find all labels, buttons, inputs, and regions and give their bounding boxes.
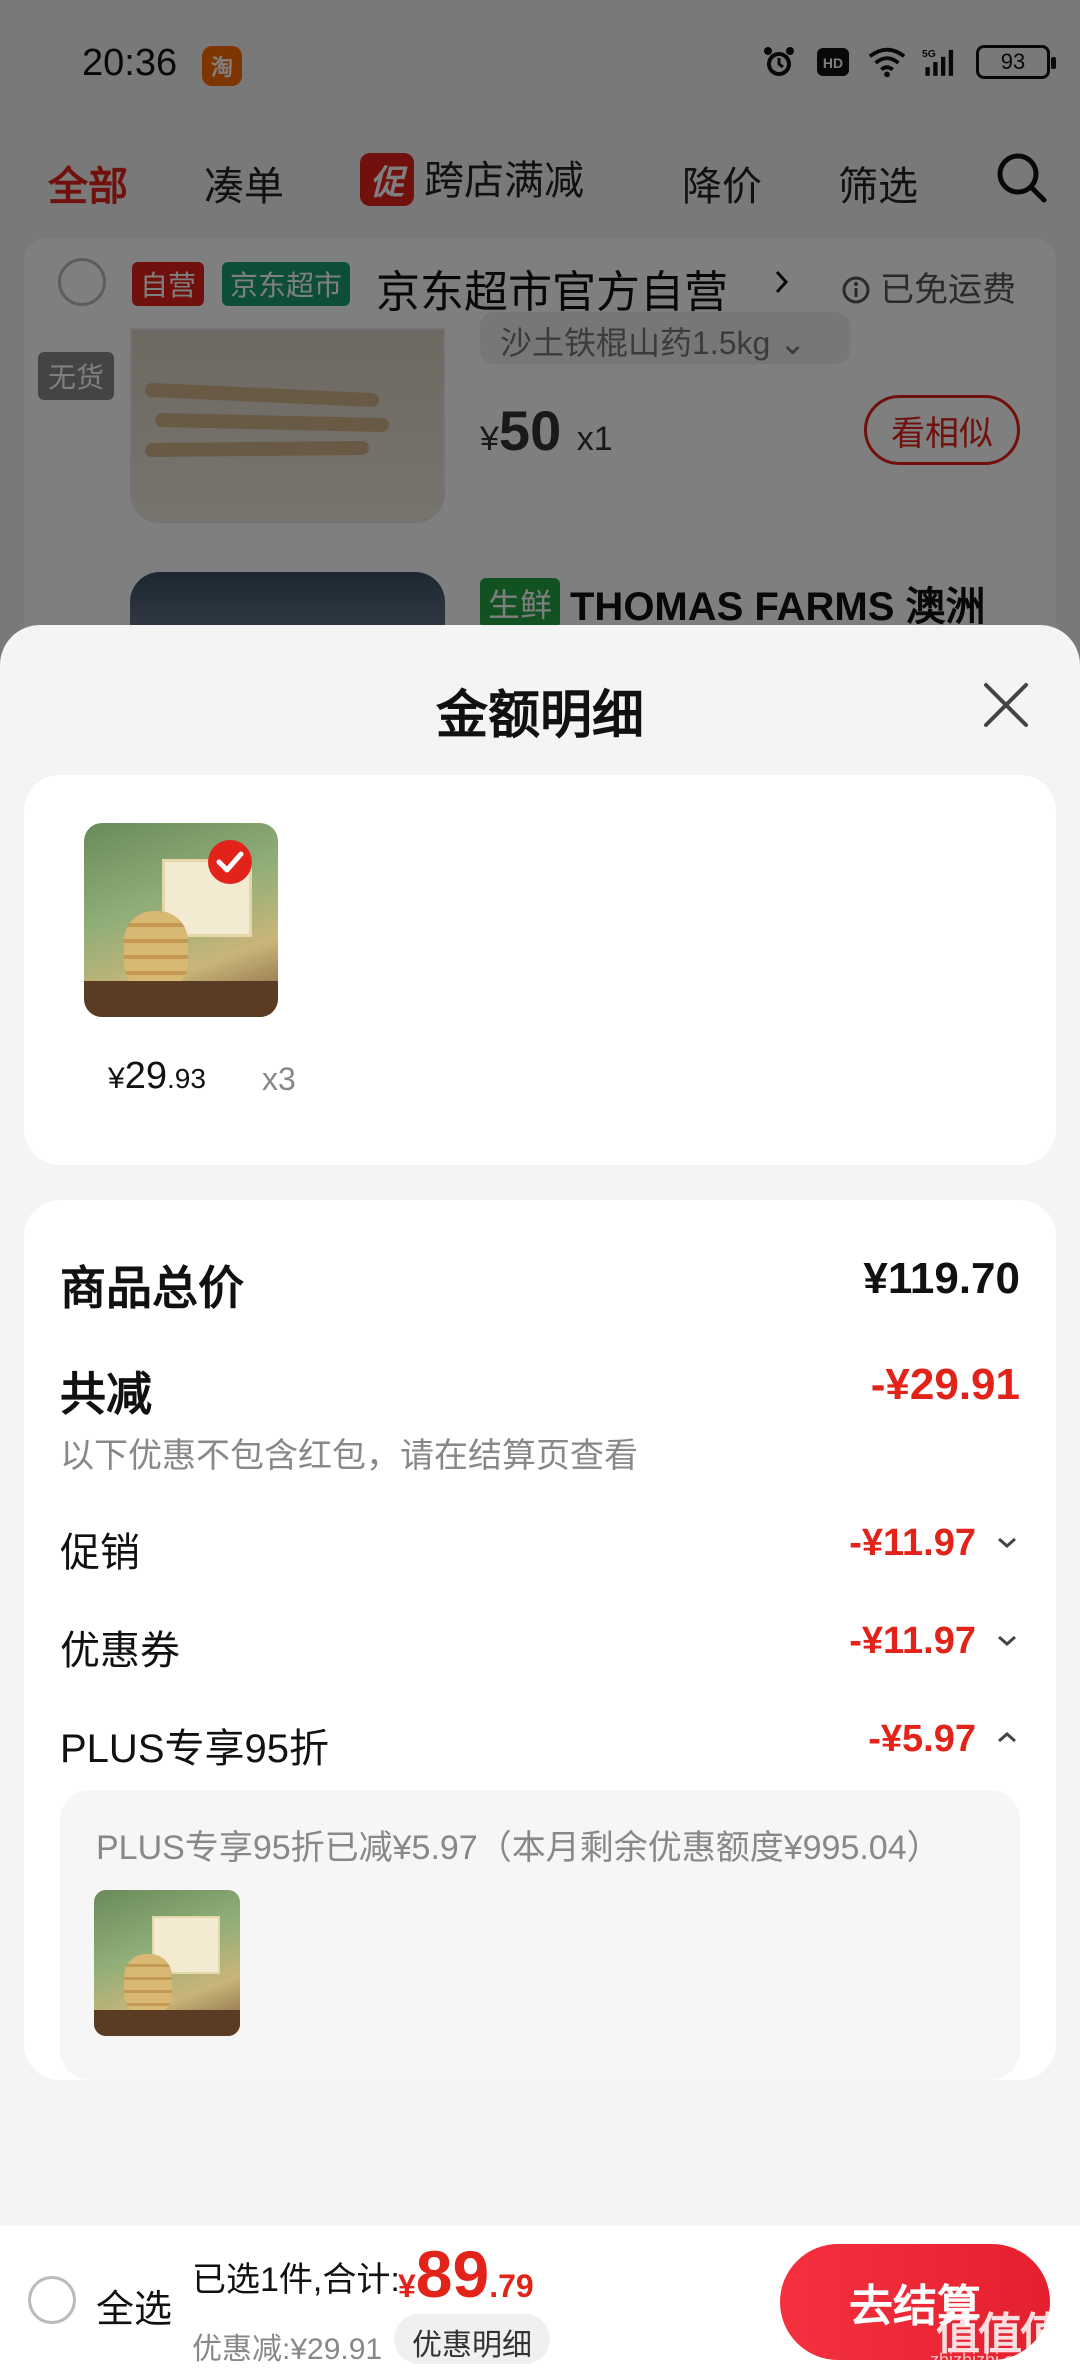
plus-product-thumbnail[interactable] <box>94 1890 240 2036</box>
plus-discount-label[interactable]: PLUS专享95折 <box>60 1716 329 1774</box>
total-symbol: ¥ <box>398 2268 416 2304</box>
chevron-down-icon[interactable] <box>994 1530 1020 1556</box>
discount-summary: 优惠减:¥29.91 <box>192 2333 383 2366</box>
chevron-down-icon[interactable] <box>994 1628 1020 1654</box>
plus-detail-note: PLUS专享95折已减¥5.97（本月剩余优惠额度¥995.04） <box>96 1829 941 1867</box>
selected-summary: 已选1件,合计: <box>192 2261 400 2299</box>
coupon-value[interactable]: -¥11.97 <box>849 1620 976 1663</box>
total-int: 89 <box>415 2237 490 2311</box>
total-price-value: ¥119.70 <box>863 1254 1020 1303</box>
promotion-label[interactable]: 促销 <box>60 1520 140 1578</box>
product-price-dec: .93 <box>166 1063 206 1094</box>
product-qty: x3 <box>262 1061 296 1097</box>
product-price-symbol: ¥ <box>108 1062 125 1095</box>
product-price-int: 29 <box>124 1055 167 1097</box>
chevron-up-icon[interactable] <box>994 1724 1020 1750</box>
select-all-radio[interactable] <box>28 2276 76 2324</box>
selected-products-card: ¥29.93 x3 <box>24 775 1056 1165</box>
plus-detail-panel: PLUS专享95折已减¥5.97（本月剩余优惠额度¥995.04） <box>60 1790 1020 2080</box>
amount-detail-sheet: 金额明细 ¥29.93 x3 商品总价 ¥119.70 共减 -¥29.91 以… <box>0 625 1080 2376</box>
total-reduce-value: -¥29.91 <box>870 1360 1020 1409</box>
discount-detail-button[interactable]: 优惠明细 <box>394 2314 550 2364</box>
reduce-note: 以下优惠不包含红包，请在结算页查看 <box>60 1437 638 1475</box>
select-all-label[interactable]: 全选 <box>96 2278 172 2333</box>
watermark-url: zhizhizhi.com <box>930 2350 1039 2370</box>
price-breakdown-card: 商品总价 ¥119.70 共减 -¥29.91 以下优惠不包含红包，请在结算页查… <box>24 1200 1056 2080</box>
checked-icon <box>206 838 254 891</box>
close-icon[interactable] <box>978 677 1034 733</box>
promotion-value[interactable]: -¥11.97 <box>849 1522 976 1565</box>
sheet-title: 金额明细 <box>435 687 644 745</box>
total-dec: .79 <box>489 2268 534 2304</box>
checkout-bar: 全选 已选1件,合计: ¥89.79 优惠减:¥29.91 优惠明细 去结算 <box>0 2226 1080 2376</box>
coupon-label[interactable]: 优惠券 <box>60 1618 180 1676</box>
plus-discount-value[interactable]: -¥5.97 <box>868 1718 976 1761</box>
total-reduce-label: 共减 <box>60 1368 152 1420</box>
product-price: ¥29.93 <box>108 1055 206 1098</box>
total-amount: ¥89.79 <box>398 2236 534 2312</box>
total-price-label: 商品总价 <box>60 1262 244 1314</box>
